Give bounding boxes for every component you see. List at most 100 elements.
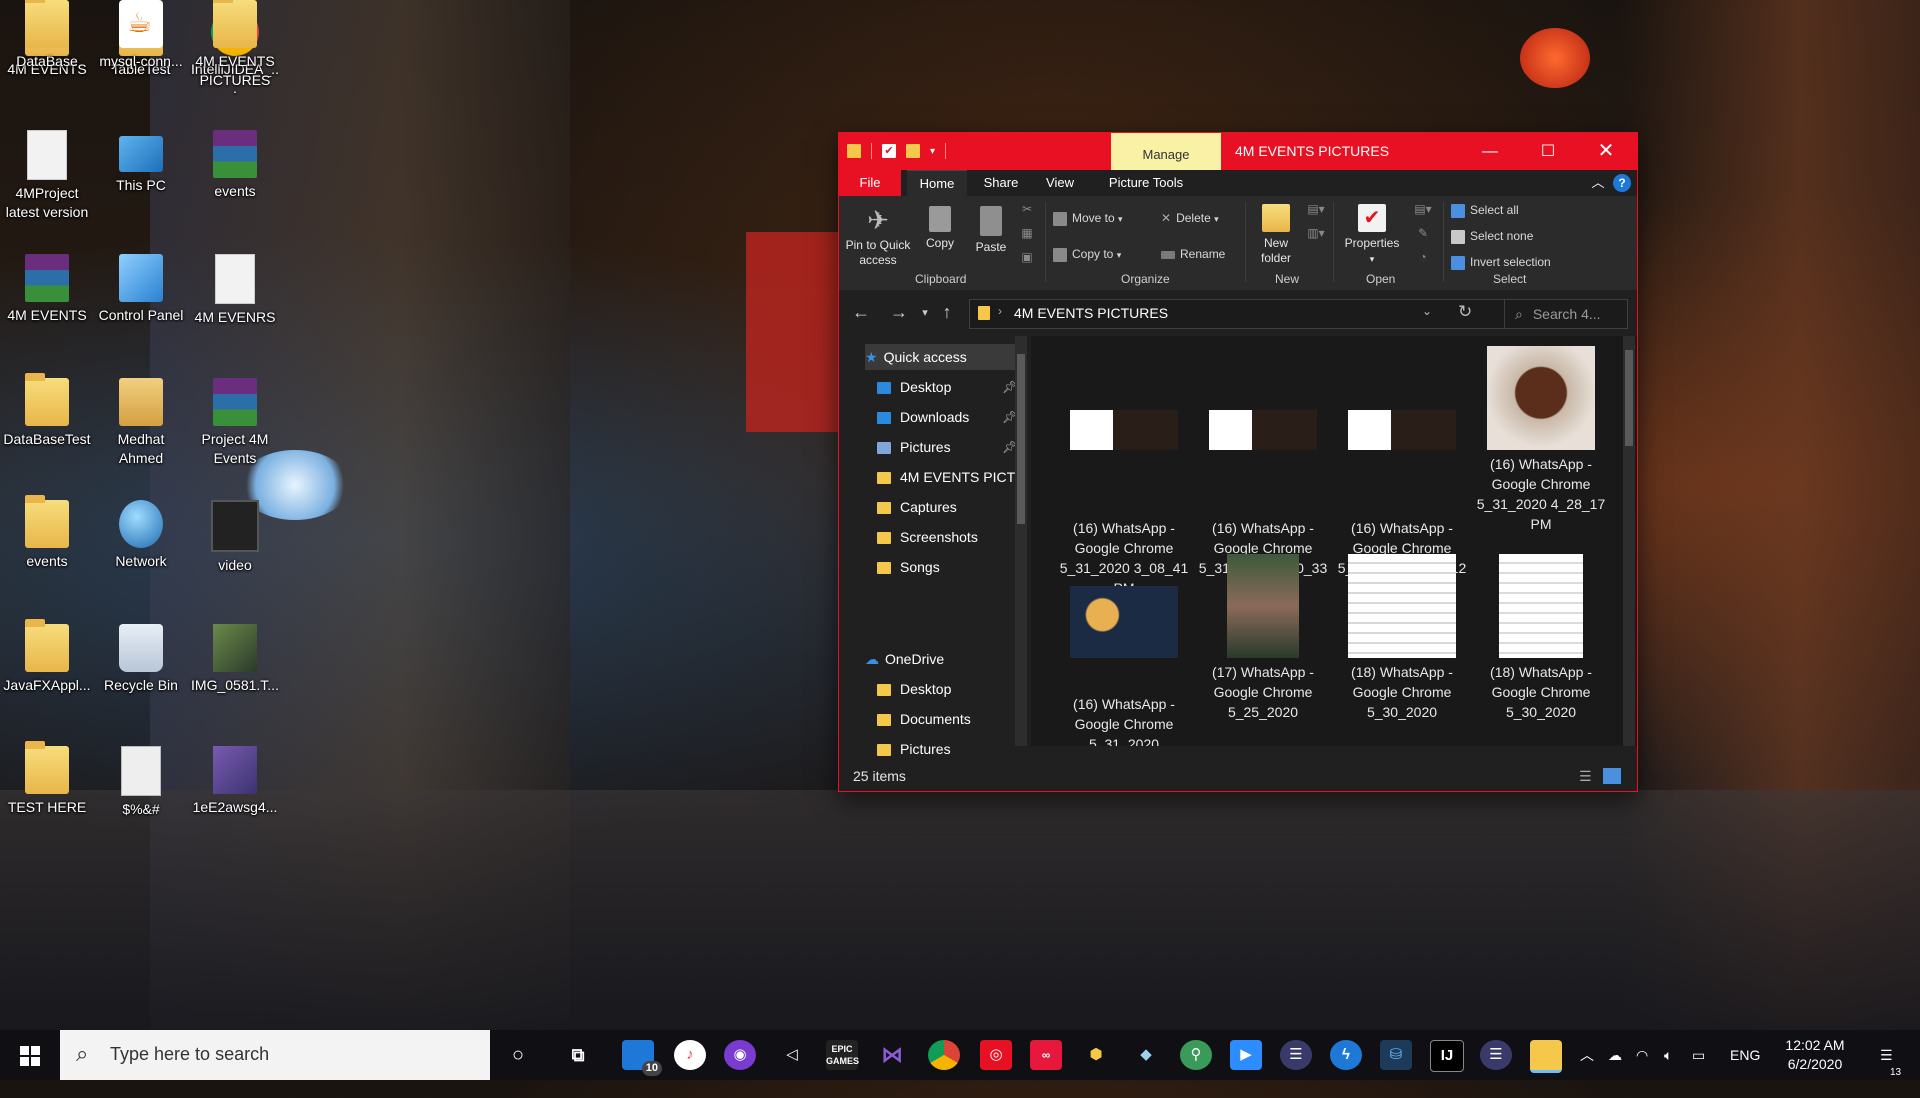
paste-button[interactable]: Paste [967,206,1015,255]
desktop-icon[interactable]: Control Panel [96,254,186,325]
chrome-icon[interactable] [928,1040,960,1070]
history-icon[interactable]: ◔ [1411,250,1435,265]
new-folder-button[interactable]: New folder [1251,204,1301,266]
desktop-icon[interactable]: DataBase [2,0,92,71]
maximize-icon[interactable]: ☐ [1519,133,1577,170]
nav-item[interactable]: Desktop 📌︎ [877,374,1017,400]
delete-button[interactable]: ✕ Delete ▾ [1161,208,1219,228]
desktop-icon[interactable]: Medhat Ahmed [96,378,186,468]
back-arrow-icon[interactable]: ← [849,302,873,323]
recent-locations-icon[interactable]: ▾ [913,306,937,319]
tab-view[interactable]: View [1035,170,1085,196]
action-center-icon[interactable]: ☰ 13 [1880,1030,1901,1080]
collapse-ribbon-icon[interactable]: ︿ [1589,170,1607,196]
file-tile[interactable]: (17) WhatsApp - Google Chrome 5_25_2020 [1198,554,1328,722]
nav-quick-access[interactable]: ★ Quick access [865,344,1015,370]
maps-icon[interactable]: ⚲ [1180,1040,1212,1070]
tab-home[interactable]: Home [907,170,967,197]
messenger-icon[interactable]: ϟ [1330,1040,1362,1070]
properties-button[interactable]: ✔ Properties ▾ [1339,204,1405,267]
copy-button[interactable]: Copy [917,206,963,251]
desktop-icon[interactable]: 1eE2awsg4... [190,746,280,817]
address-field[interactable]: › 4M EVENTS PICTURES ⌄ ↻ [969,299,1517,329]
cut-icon[interactable]: ✂ [1019,202,1035,217]
desktop-icon[interactable]: 4M EVENTS PICTURES [190,0,280,90]
tab-file[interactable]: File [839,170,901,196]
search-input[interactable]: ⌕ Search 4... [1504,299,1628,329]
nav-item[interactable]: Pictures 📌︎ [877,434,1017,460]
copy-to-button[interactable]: Copy to ▾ [1053,244,1121,264]
new-folder-icon[interactable] [906,144,920,158]
move-to-button[interactable]: Move to ▾ [1053,208,1123,228]
help-icon[interactable]: ? [1613,174,1631,192]
game-bar-icon[interactable]: ∞ [1030,1040,1062,1070]
nav-item[interactable]: Screenshots [877,524,978,550]
taskbar-search-box[interactable]: ⌕ Type here to search [60,1030,490,1080]
language-indicator[interactable]: ENG [1730,1030,1760,1080]
cortana-icon[interactable]: ○ [502,1040,534,1070]
intellij-idea-icon[interactable]: IJ [1430,1040,1464,1072]
tab-share[interactable]: Share [975,170,1027,196]
battery-icon[interactable]: ▭ [1692,1030,1705,1080]
select-none-button[interactable]: Select none [1451,226,1533,246]
desktop-icon[interactable]: This PC [96,130,186,195]
itunes-icon[interactable]: ♪ [674,1040,706,1070]
nav-onedrive[interactable]: ☁ OneDrive [865,646,944,672]
paste-shortcut-icon[interactable]: ▣ [1019,250,1035,265]
file-tile[interactable]: (16) WhatsApp - Google Chrome 5_31_2020 … [1476,346,1606,534]
pin-to-quick-access-button[interactable]: ✈ Pin to Quick access [843,206,913,268]
nav-item[interactable]: Songs [877,554,940,580]
up-arrow-icon[interactable]: ↑ [935,302,959,323]
eclipse-ide-icon[interactable]: ☰ [1480,1040,1512,1070]
onedrive-cloud-icon[interactable]: ☁ [1608,1030,1622,1080]
podcast-icon[interactable]: ◉ [724,1040,756,1070]
minimize-icon[interactable]: — [1461,133,1519,170]
nav-item[interactable]: Downloads 📌︎ [877,404,1017,430]
copy-path-icon[interactable]: ▦ [1019,226,1035,241]
desktop-icon[interactable]: video [190,500,280,575]
paint-3d-icon[interactable]: ◆ [1130,1040,1162,1070]
chevron-down-icon[interactable]: ▾ [930,146,935,157]
desktop-icon[interactable]: Project 4M Events [190,378,280,468]
large-icons-view-icon[interactable] [1603,768,1621,784]
file-explorer-taskbar-icon[interactable] [1530,1040,1562,1073]
title-bar[interactable]: ✔ ▾ Manage 4M EVENTS PICTURES — ☐ ✕ [839,133,1637,170]
content-scrollbar[interactable] [1623,336,1635,746]
wifi-icon[interactable]: ◠ [1636,1030,1648,1080]
clock[interactable]: 12:02 AM 6/2/2020 [1768,1036,1862,1074]
desktop-icon[interactable]: Recycle Bin [96,624,186,695]
visual-studio-icon[interactable]: ⋈ [876,1040,908,1070]
properties-check-icon[interactable]: ✔ [882,144,896,158]
desktop-icon[interactable]: IMG_0581.T... [190,624,280,695]
chevron-down-icon[interactable]: ⌄ [1422,304,1432,318]
desktop-icon[interactable]: events [2,495,92,571]
nav-item-onedrive[interactable]: Pictures [877,736,951,762]
tab-picture-tools[interactable]: Picture Tools [1101,170,1191,196]
folder-icon[interactable] [847,144,861,158]
mysql-workbench-icon[interactable]: ⛁ [1380,1040,1412,1070]
nav-item[interactable]: 4M EVENTS PICT [877,464,1015,490]
show-hidden-icons-icon[interactable]: ︿ [1580,1030,1594,1080]
easy-access-icon[interactable]: ▥▾ [1303,226,1329,241]
file-tile[interactable]: (16) WhatsApp - Google Chrome 5_31_2020 [1059,554,1189,746]
desktop-icon[interactable]: JavaFXAppl... [2,619,92,695]
start-button[interactable] [0,1030,60,1080]
zoom-icon[interactable]: ▶ [1230,1040,1262,1070]
file-explorer-window[interactable]: ✔ ▾ Manage 4M EVENTS PICTURES — ☐ ✕ File… [838,132,1638,792]
nav-item-onedrive[interactable]: Documents [877,706,971,732]
mail-icon[interactable]: 10 [622,1040,662,1076]
desktop-icon[interactable]: TEST HERE [2,741,92,817]
desktop-icon[interactable]: 4M EVENTS [2,254,92,325]
close-icon[interactable]: ✕ [1577,133,1635,170]
desktop-icon[interactable]: DataBaseTest [2,373,92,449]
invert-selection-button[interactable]: Invert selection [1451,252,1551,272]
desktop-icon[interactable]: mysql-conn... [96,0,186,71]
desktop-icon[interactable]: Network [96,500,186,571]
forward-arrow-icon[interactable]: → [887,302,911,323]
desktop-icon[interactable]: 4MProject latest version [2,130,92,222]
edit-icon[interactable]: ✎ [1411,226,1435,241]
desktop-icon[interactable]: $%&# [96,746,186,819]
unity-icon[interactable]: ◁ [776,1040,808,1070]
nav-scrollbar[interactable] [1015,336,1027,746]
file-tile[interactable]: (18) WhatsApp - Google Chrome 5_30_2020 [1337,554,1467,722]
